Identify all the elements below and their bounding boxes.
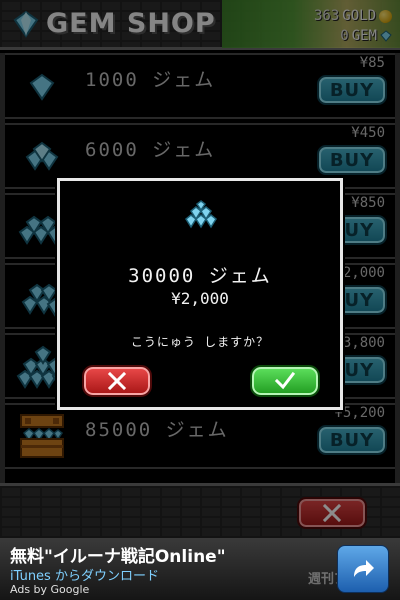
checkmark-icon xyxy=(274,371,296,390)
purchase-confirm-dialog: 30000 ジェム ¥2,000 こうにゅう しますか？ xyxy=(55,176,345,412)
dialog-question: こうにゅう しますか？ xyxy=(130,335,270,349)
close-icon xyxy=(107,371,127,391)
ad-attribution: Ads by Google xyxy=(10,583,90,596)
dialog-gem-amount: 30000 ジェム xyxy=(128,265,272,287)
ad-subtitle[interactable]: iTunes からダウンロード xyxy=(10,565,159,584)
gem-bundle-icon xyxy=(185,200,217,229)
confirm-purchase-button[interactable] xyxy=(250,365,320,397)
ad-open-button[interactable] xyxy=(337,545,389,593)
cancel-purchase-button[interactable] xyxy=(82,365,152,397)
ad-title[interactable]: 無料"イルーナ戦記Online" xyxy=(10,542,226,567)
share-arrow-icon xyxy=(354,560,374,577)
dialog-price: ¥2,000 xyxy=(171,289,229,308)
